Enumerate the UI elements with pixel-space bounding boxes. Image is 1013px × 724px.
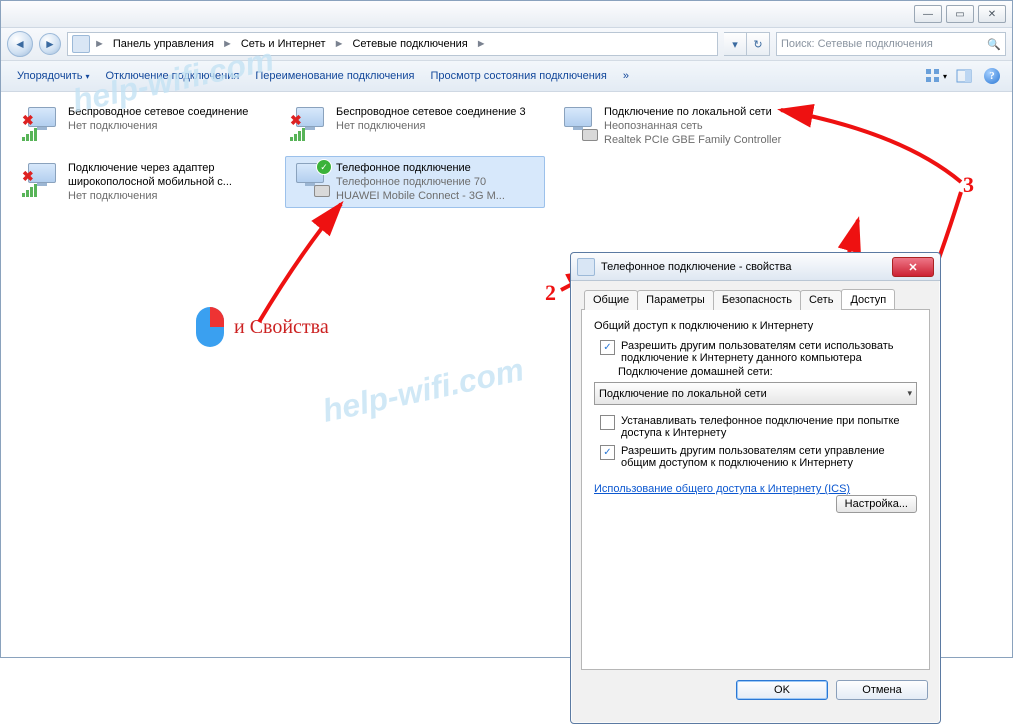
nav-back-button[interactable]: ◄: [7, 31, 33, 57]
window-titlebar: — ▭ ✕: [1, 1, 1012, 28]
dial-on-demand-label: Устанавливать телефонное подключение при…: [621, 415, 917, 439]
address-bar-row: ◄ ► ► Панель управления ► Сеть и Интерне…: [1, 28, 1012, 61]
allow-sharing-checkbox[interactable]: ✓: [600, 340, 615, 355]
tab-общие[interactable]: Общие: [584, 290, 638, 310]
allow-sharing-label: Разрешить другим пользователям сети испо…: [621, 340, 917, 364]
dialog-titlebar[interactable]: Телефонное подключение - свойства ✕: [571, 253, 940, 281]
search-input[interactable]: Поиск: Сетевые подключения 🔍: [776, 32, 1006, 56]
dialog-close-button[interactable]: ✕: [892, 257, 934, 277]
settings-button[interactable]: Настройка...: [836, 495, 917, 513]
breadcrumb-bar[interactable]: ► Панель управления ► Сеть и Интернет ► …: [67, 32, 718, 56]
view-icons-icon: [925, 68, 940, 84]
ics-help-link[interactable]: Использование общего доступа к Интернету…: [594, 483, 850, 495]
location-icon: [72, 35, 90, 53]
window-minimize-button[interactable]: —: [914, 5, 942, 23]
chevron-down-icon: ▾: [907, 388, 912, 399]
dialog-title: Телефонное подключение - свойства: [601, 261, 791, 273]
search-icon: 🔍: [987, 38, 1001, 51]
nav-forward-button[interactable]: ►: [39, 33, 61, 55]
view-mode-button[interactable]: ▾: [924, 64, 948, 88]
combo-value: Подключение по локальной сети: [599, 388, 767, 400]
window-maximize-button[interactable]: ▭: [946, 5, 974, 23]
tab-параметры[interactable]: Параметры: [637, 290, 714, 310]
network-icon: [577, 258, 595, 276]
allow-control-checkbox[interactable]: ✓: [600, 445, 615, 460]
breadcrumb[interactable]: Панель управления: [109, 38, 218, 50]
breadcrumb-sep: ►: [92, 38, 107, 50]
sharing-tab-panel: Общий доступ к подключению к Интернету ✓…: [581, 310, 930, 670]
explorer-window: — ▭ ✕ ◄ ► ► Панель управления ► Сеть и И…: [0, 0, 1013, 658]
window-close-button[interactable]: ✕: [978, 5, 1006, 23]
breadcrumb-sep: ►: [474, 38, 489, 50]
home-network-label: Подключение домашней сети:: [618, 366, 917, 378]
refresh-button[interactable]: ↻: [747, 32, 770, 56]
allow-control-label: Разрешить другим пользователям сети упра…: [621, 445, 917, 469]
help-icon: ?: [984, 68, 1000, 84]
tab-сеть[interactable]: Сеть: [800, 290, 842, 310]
home-network-combo[interactable]: Подключение по локальной сети ▾: [594, 382, 917, 405]
cancel-button[interactable]: Отмена: [836, 680, 928, 700]
connections-pane: ✖Беспроводное сетевое соединениеНет подк…: [1, 92, 1012, 664]
properties-dialog: Телефонное подключение - свойства ✕ Общи…: [570, 252, 941, 724]
help-button[interactable]: ?: [980, 64, 1004, 88]
view-status-button[interactable]: Просмотр состояния подключения: [422, 66, 614, 86]
preview-pane-button[interactable]: [952, 64, 976, 88]
chevron-down-icon: ▾: [943, 72, 947, 81]
more-commands-button[interactable]: »: [615, 66, 637, 86]
ok-button[interactable]: OK: [736, 680, 828, 700]
tab-безопасность[interactable]: Безопасность: [713, 290, 801, 310]
breadcrumb-sep: ►: [332, 38, 347, 50]
tab-доступ[interactable]: Доступ: [841, 289, 895, 309]
dial-on-demand-checkbox[interactable]: [600, 415, 615, 430]
group-title: Общий доступ к подключению к Интернету: [594, 320, 917, 332]
search-placeholder: Поиск: Сетевые подключения: [781, 38, 933, 50]
breadcrumb[interactable]: Сетевые подключения: [348, 38, 471, 50]
preview-pane-icon: [956, 68, 972, 84]
address-dropdown-button[interactable]: ▾: [724, 32, 747, 56]
